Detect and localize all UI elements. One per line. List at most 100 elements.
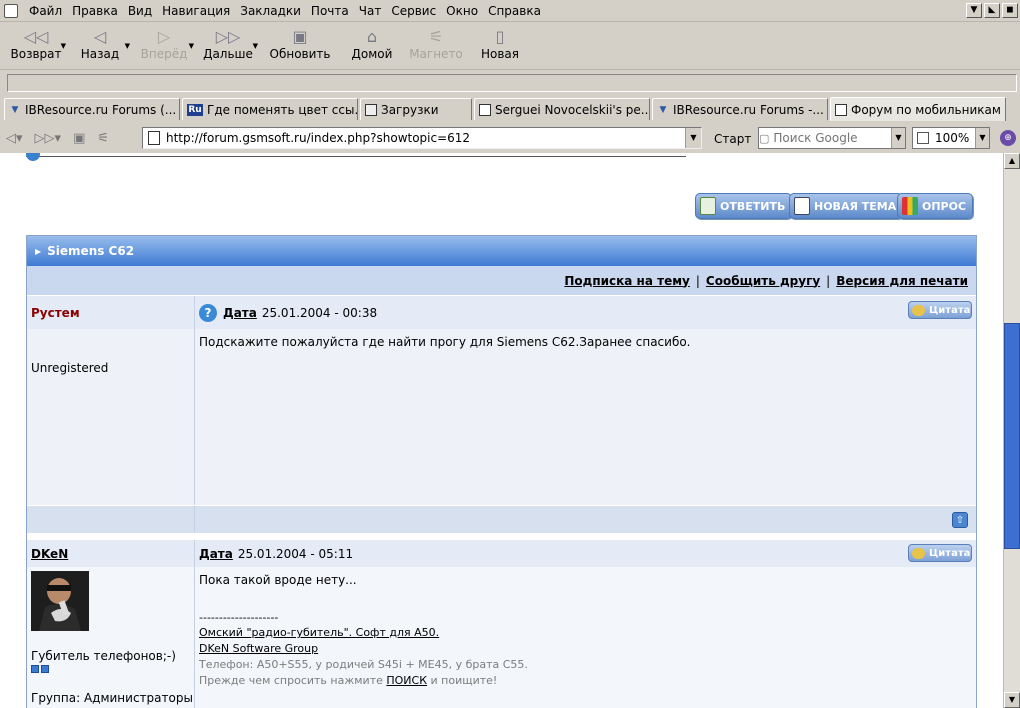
search-input[interactable] <box>773 131 884 145</box>
close-icon[interactable]: ◼ <box>1002 3 1018 18</box>
magic-icon: ⚟ <box>428 26 444 46</box>
quote-button[interactable]: Цитата <box>908 544 972 562</box>
new-topic-button[interactable]: НОВАЯ ТЕМА <box>789 193 904 219</box>
new-button[interactable]: ▯ Новая <box>468 22 532 62</box>
signature-phone: Телефон: A50+S55, у родичей S45i + ME45,… <box>199 658 528 671</box>
search-suffix: и поищите! <box>430 674 498 687</box>
chevron-down-icon[interactable]: ▼ <box>685 128 701 148</box>
downloads-icon <box>365 103 377 116</box>
reply-button[interactable]: ОТВЕТИТЬ <box>695 193 793 219</box>
quote-label: Цитата <box>929 304 971 316</box>
post-date-link[interactable]: Дата <box>199 547 233 561</box>
user-group: Группа: Администраторы <box>31 691 193 705</box>
post-header: DKeN Дата 25.01.2004 - 05:11 Цитата <box>27 539 976 567</box>
chevron-down-icon[interactable]: ▼ <box>61 42 66 50</box>
reload-icon: ▣ <box>292 26 308 46</box>
magic-label: Магнето <box>409 47 463 61</box>
reload-button[interactable]: ▣ Обновить <box>260 22 340 62</box>
menu-help[interactable]: Справка <box>483 4 546 18</box>
post-footer: ⇧ <box>27 505 976 533</box>
tab-link-color[interactable]: Ru Где поменять цвет ссы... <box>182 98 358 120</box>
new-page-icon: ▯ <box>495 26 505 46</box>
menu-bookmarks[interactable]: Закладки <box>235 4 306 18</box>
menu-bar: Файл Правка Вид Навигация Закладки Почта… <box>0 0 1020 22</box>
poll-button[interactable]: ОПРОС <box>897 193 974 219</box>
arrow-right-icon: ▶ <box>35 246 42 256</box>
chevron-down-icon[interactable]: ▼ <box>891 128 905 148</box>
restore-icon[interactable]: ◣ <box>984 3 1000 18</box>
minimize-icon[interactable]: ▼ <box>966 3 982 18</box>
new-label: Новая <box>480 47 519 61</box>
chevron-down-icon[interactable]: ▼ <box>189 42 194 50</box>
post-text: Подскажите пожалуйста где найти прогу дл… <box>199 335 691 349</box>
quote-button[interactable]: Цитата <box>908 301 972 319</box>
menu-chat[interactable]: Чат <box>354 4 387 18</box>
menu-edit[interactable]: Правка <box>67 4 123 18</box>
tab-ibresource-2[interactable]: ▼ IBResource.ru Forums -... <box>652 98 828 120</box>
chevron-down-icon[interactable]: ▼ <box>975 128 989 148</box>
chevron-down-icon[interactable]: ▼ <box>253 42 258 50</box>
chevron-down-icon[interactable]: ▼ <box>125 42 130 50</box>
vertical-scrollbar[interactable]: ▲ ▼ <box>1003 153 1020 708</box>
signature-link[interactable]: Омский "радио-губитель". Софт для A50. <box>199 626 439 639</box>
scroll-down-icon[interactable]: ▼ <box>1004 692 1020 708</box>
scroll-up-icon[interactable]: ▲ <box>1004 153 1020 169</box>
menu-tools[interactable]: Сервис <box>386 4 441 18</box>
menu-file[interactable]: Файл <box>24 4 67 18</box>
user-title: Губитель телефонов;-) <box>31 649 176 663</box>
small-forward-icon[interactable]: ▷▷▾ <box>29 131 68 146</box>
forward-button[interactable]: ▷ Вперёд ▼ <box>132 22 196 62</box>
prev-button[interactable]: ◁ Назад ▼ <box>68 22 132 62</box>
url-field[interactable]: ▼ <box>142 127 702 149</box>
home-button[interactable]: ⌂ Домой <box>340 22 404 62</box>
arrow-right-icon: ▷ <box>157 26 171 46</box>
tell-friend-link[interactable]: Сообщить другу <box>706 274 820 288</box>
magic-button[interactable]: ⚟ Магнето <box>404 22 468 62</box>
post-author-link[interactable]: DKeN <box>31 547 68 561</box>
speech-bubble-icon <box>912 304 925 316</box>
tab-ibresource-1[interactable]: ▼ IBResource.ru Forums (... <box>4 98 180 120</box>
scroll-thumb[interactable] <box>1004 323 1020 549</box>
post-date-link[interactable]: Дата <box>223 306 257 320</box>
zoom-value: 100% <box>935 131 970 145</box>
zoom-select[interactable]: 100% ▼ <box>912 127 990 149</box>
question-icon: ? <box>199 303 217 322</box>
print-version-link[interactable]: Версия для печати <box>836 274 968 288</box>
tab-label: Форум по мобильникам ... <box>851 102 1006 117</box>
back-button[interactable]: ◁◁ Возврат ▼ <box>4 22 68 62</box>
post-body: Unregistered Подскажите пожалуйста где н… <box>27 329 976 505</box>
topic-title-bar: ▶ Siemens C62 <box>27 236 976 266</box>
post-header: Рустем ? Дата 25.01.2004 - 00:38 Цитата <box>27 295 976 329</box>
next-button[interactable]: ▷▷ Дальше ▼ <box>196 22 260 62</box>
avatar <box>31 571 89 631</box>
url-input[interactable] <box>166 131 685 145</box>
menu-window[interactable]: Окно <box>441 4 483 18</box>
ibresource-icon: ▼ <box>659 104 667 115</box>
subscribe-link[interactable]: Подписка на тему <box>564 274 690 288</box>
menu-mail[interactable]: Почта <box>306 4 354 18</box>
separator: | <box>826 273 831 288</box>
post-author: Рустем <box>31 305 80 320</box>
search-link[interactable]: ПОИСК <box>386 674 427 687</box>
address-bar: ◁▾ ▷▷▾ ▣ ⚟ ▼ Старт ▢ ▼ 100% ▼ ⊕ <box>0 124 1020 152</box>
tab-downloads[interactable]: Загрузки <box>360 98 472 120</box>
menu-navigation[interactable]: Навигация <box>157 4 235 18</box>
search-field[interactable]: ▢ ▼ <box>758 127 906 149</box>
start-label[interactable]: Старт <box>714 132 751 146</box>
back-label: Возврат <box>10 47 62 61</box>
small-magic-icon[interactable]: ⚟ <box>91 131 115 146</box>
poll-label: ОПРОС <box>922 199 967 213</box>
tab-serguei[interactable]: Serguei Novocelskii's pe... <box>474 98 650 120</box>
page-content: ОТВЕТИТЬ НОВАЯ ТЕМА ОПРОС ▶ Siemens C62 … <box>0 153 1003 708</box>
signature-divider: -------------------- <box>199 611 279 624</box>
menu-view[interactable]: Вид <box>123 4 157 18</box>
small-reload-icon[interactable]: ▣ <box>67 131 91 146</box>
tab-mobile-forum[interactable]: Форум по мобильникам ... <box>830 97 1006 121</box>
small-back-icon[interactable]: ◁▾ <box>0 131 29 146</box>
signature-link[interactable]: DKeN Software Group <box>199 642 318 655</box>
ibresource-icon: ▼ <box>11 104 19 115</box>
progress-bar <box>7 74 1017 92</box>
new-topic-label: НОВАЯ ТЕМА <box>814 199 897 213</box>
lock-icon[interactable]: ⊕ <box>1000 130 1016 146</box>
scroll-top-icon[interactable]: ⇧ <box>952 512 968 528</box>
